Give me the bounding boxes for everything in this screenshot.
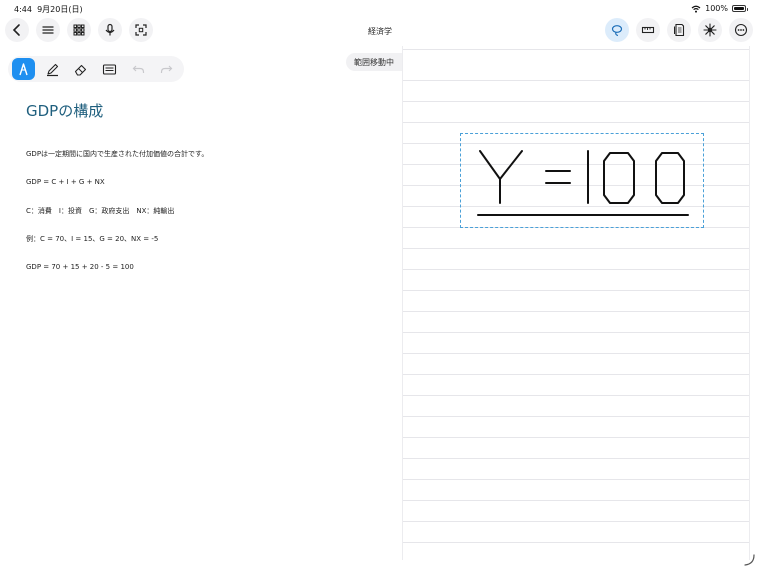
note-line: 例：C = 70、I = 15、G = 20、NX = -5: [26, 235, 159, 243]
nav-bar: 経済学: [0, 16, 760, 46]
more-button[interactable]: [729, 18, 753, 42]
laser-pointer-button[interactable]: [698, 18, 722, 42]
page-settings-button[interactable]: [667, 18, 691, 42]
note-line: GDP = 70 + 15 + 20 - 5 = 100: [26, 263, 134, 271]
status-date-text: 9月20日(日): [37, 5, 83, 14]
lasso-button[interactable]: [605, 18, 629, 42]
highlighter-icon: [46, 63, 58, 76]
battery-fill: [734, 7, 744, 10]
redo-button[interactable]: [155, 58, 178, 80]
keyboard-icon: [102, 63, 116, 75]
status-right: 100%: [691, 4, 748, 13]
note-line: GDP = C + I + G + NX: [26, 178, 105, 186]
pen-icon: [19, 62, 28, 75]
status-time: 4:44 9月20日(日): [14, 4, 83, 15]
redo-icon: [161, 65, 173, 73]
right-page-edge: [749, 46, 750, 560]
keyboard-tool-button[interactable]: [98, 58, 121, 80]
drawing-toolbar: [8, 56, 184, 82]
battery-percent: 100%: [705, 4, 728, 13]
note-line: GDPは一定期間に国内で生産された付加価値の合計です。: [26, 150, 209, 158]
wifi-icon: [691, 5, 701, 13]
undo-button[interactable]: [127, 58, 150, 80]
resize-corner-icon[interactable]: [742, 553, 756, 567]
ruler-icon: [641, 26, 655, 34]
right-page-lined[interactable]: [403, 46, 749, 560]
ruler-button[interactable]: [636, 18, 660, 42]
undo-icon: [132, 65, 144, 73]
note-title: GDPの構成: [26, 102, 104, 120]
more-icon: [734, 23, 748, 37]
handwritten-equation[interactable]: [460, 133, 704, 228]
range-move-label: 範囲移動中: [354, 57, 394, 67]
status-bar: 4:44 9月20日(日) 100%: [0, 0, 760, 16]
eraser-tool-button[interactable]: [69, 58, 92, 80]
eraser-icon: [75, 64, 87, 76]
lasso-icon: [611, 25, 623, 37]
laser-icon: [703, 23, 717, 37]
page-icon: [674, 23, 685, 37]
battery-icon: [732, 5, 748, 12]
note-line: C：消費 I：投資 G：政府支出 NX：純輸出: [26, 207, 175, 215]
pen-tool-button[interactable]: [12, 58, 35, 80]
status-time-text: 4:44: [14, 5, 32, 14]
highlighter-tool-button[interactable]: [41, 58, 64, 80]
